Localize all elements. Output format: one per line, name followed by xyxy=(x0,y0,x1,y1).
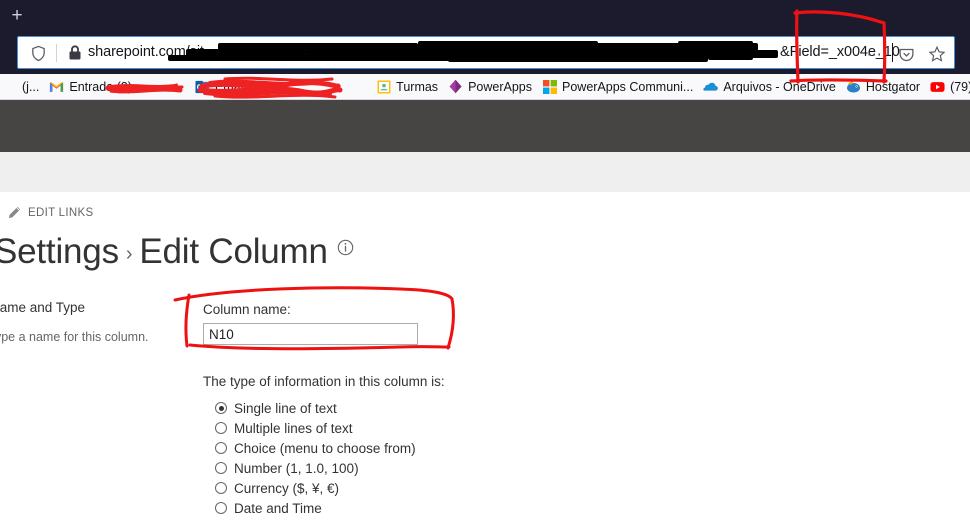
star-icon[interactable] xyxy=(924,42,950,66)
bookmark-item[interactable]: Email xyxy=(137,76,251,98)
radio-option-choice[interactable]: Choice (menu to choose from) xyxy=(215,438,416,458)
breadcrumb-parent[interactable]: Settings xyxy=(0,232,119,271)
type-prompt-label: The type of information in this column i… xyxy=(203,374,445,389)
radio-button-icon[interactable] xyxy=(215,482,227,494)
padlock-icon[interactable] xyxy=(68,45,82,61)
column-name-label: Column name: xyxy=(203,302,291,317)
radio-button-icon[interactable] xyxy=(215,402,227,414)
gmail-icon xyxy=(49,79,64,94)
bookmark-item[interactable]: (79) YouTu xyxy=(925,76,970,98)
generic-bookmark-icon xyxy=(2,79,17,94)
bookmark-label: Entrada (2) xyxy=(69,79,132,94)
bookmark-item[interactable]: (j... xyxy=(0,76,44,98)
url-redaction-scribble xyxy=(708,54,753,60)
urlbar-divider xyxy=(56,44,57,62)
radio-label: Number (1, 1.0, 100) xyxy=(234,460,359,476)
edit-links-label: EDIT LINKS xyxy=(28,206,94,219)
bookmark-item[interactable]: Entrada (2) xyxy=(44,76,137,98)
ellipsis-icon[interactable]: ⋯ xyxy=(862,42,888,66)
new-tab-button[interactable]: + xyxy=(3,2,31,29)
radio-option-single-line-of-text[interactable]: Single line of text xyxy=(215,398,416,418)
page-content: EDIT LINKS Settings › Edit Column Name and… xyxy=(0,192,970,525)
powerapps-icon xyxy=(448,79,463,94)
navigation-toolbar: sharepoint.com/sit &Field=_x004e_10 ⋯ xyxy=(0,31,970,74)
bookmark-label: Turmas xyxy=(396,79,439,94)
radio-button-icon[interactable] xyxy=(215,442,227,454)
radio-button-icon[interactable] xyxy=(215,462,227,474)
radio-option-date-and-time[interactable]: Date and Time xyxy=(215,498,416,518)
browser-window: + sharepoint.com/sit &Field=_x004e_10 ⋯ … xyxy=(0,0,970,525)
bookmarks-toolbar: (j... Entrada (2) Email Turmas PowerApps… xyxy=(0,74,970,100)
bookmark-item[interactable]: Turmas xyxy=(251,76,443,98)
radio-label: Choice (menu to choose from) xyxy=(234,440,416,456)
bookmark-label: Email xyxy=(214,79,247,94)
bookmark-label: PowerApps xyxy=(468,79,532,94)
tab-strip: + xyxy=(0,0,970,31)
breadcrumb-current: Edit Column xyxy=(139,232,328,271)
column-name-field-group: Column name: xyxy=(203,302,418,345)
page-title: Settings › Edit Column xyxy=(0,225,354,272)
breadcrumb-separator: › xyxy=(125,243,133,265)
bookmark-item[interactable]: Arquivos - OneDrive xyxy=(698,76,841,98)
classroom-icon xyxy=(376,79,391,94)
bookmark-item[interactable]: PowerApps xyxy=(443,76,537,98)
bookmark-label: PowerApps Communi... xyxy=(562,79,694,94)
radio-option-multiple-lines-of-text[interactable]: Multiple lines of text xyxy=(215,418,416,438)
shield-icon[interactable] xyxy=(30,45,47,62)
column-name-input[interactable] xyxy=(203,323,418,345)
microsoft-icon xyxy=(542,79,557,94)
radio-label: Single line of text xyxy=(234,400,337,416)
bookmark-label: Arquivos - OneDrive xyxy=(723,79,836,94)
bookmark-item[interactable]: PowerApps Communi... xyxy=(537,76,698,98)
pencil-icon xyxy=(8,206,21,219)
radio-option-currency[interactable]: Currency ($, ¥, €) xyxy=(215,478,416,498)
section-help-name-and-type: Type a name for this column. xyxy=(0,330,149,344)
address-bar-actions: ⋯ xyxy=(862,42,950,66)
url-redaction-scribble xyxy=(418,41,598,49)
url-redaction-scribble xyxy=(618,50,778,58)
radio-option-number[interactable]: Number (1, 1.0, 100) xyxy=(215,458,416,478)
bookmark-label: (j... xyxy=(22,79,40,94)
radio-label: Currency ($, ¥, €) xyxy=(234,480,340,496)
url-redaction-scribble xyxy=(678,41,753,48)
sharepoint-suite-bar xyxy=(0,100,970,152)
radio-button-icon[interactable] xyxy=(215,502,227,514)
address-bar[interactable]: sharepoint.com/sit &Field=_x004e_10 ⋯ xyxy=(17,36,955,69)
section-label-name-and-type: Name and Type xyxy=(0,300,86,315)
outlook-icon xyxy=(195,79,210,94)
bookmark-label: (79) YouTu xyxy=(950,79,970,94)
pocket-icon[interactable] xyxy=(893,42,919,66)
youtube-icon xyxy=(930,79,945,94)
radio-button-icon[interactable] xyxy=(215,422,227,434)
edit-links-button[interactable]: EDIT LINKS xyxy=(8,206,93,219)
info-icon[interactable] xyxy=(337,225,354,265)
column-type-radio-group: Single line of text Multiple lines of te… xyxy=(215,398,416,518)
sharepoint-top-band xyxy=(0,152,970,192)
bookmark-item[interactable]: Hostgator xyxy=(841,76,925,98)
bookmark-label: Hostgator xyxy=(865,79,921,94)
onedrive-icon xyxy=(703,79,719,94)
radio-label: Date and Time xyxy=(234,500,322,516)
radio-label: Multiple lines of text xyxy=(234,420,353,436)
hostgator-icon xyxy=(846,79,861,94)
